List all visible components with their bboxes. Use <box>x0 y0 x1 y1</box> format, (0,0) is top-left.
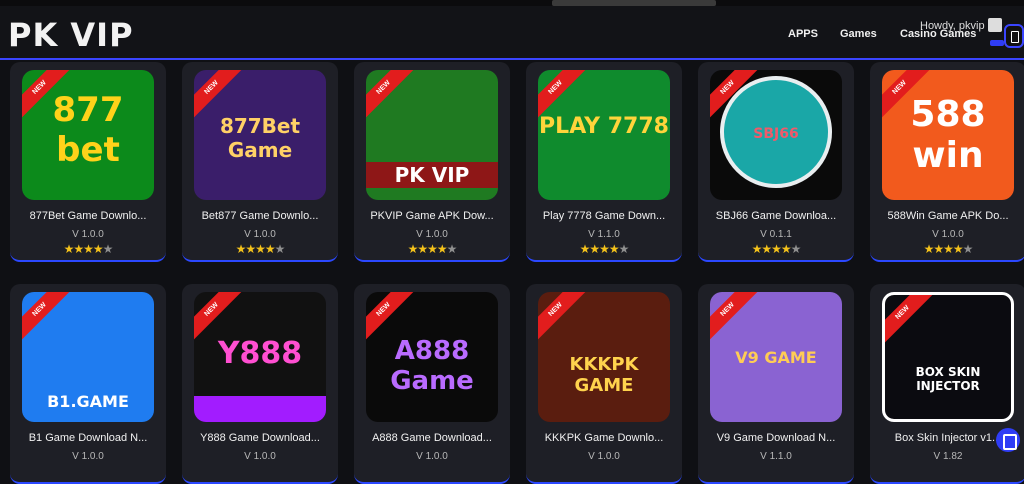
app-thumbnail[interactable]: NEW 877Bet Game <box>194 70 326 200</box>
rating-stars: ★★★★★ <box>751 242 802 256</box>
app-title[interactable]: PKVIP Game APK Dow... <box>354 210 510 222</box>
new-badge: NEW <box>366 70 418 122</box>
app-version: V 1.0.0 <box>72 229 104 240</box>
app-thumbnail[interactable]: NEW PLAY 7778 <box>538 70 670 200</box>
rating-stars: ★★★★★ <box>579 242 630 256</box>
mobile-menu-button[interactable] <box>1004 24 1024 48</box>
app-title[interactable]: SBJ66 Game Downloa... <box>698 210 854 222</box>
app-thumbnail[interactable]: NEW B1.GAME <box>22 292 154 422</box>
app-version: V 1.0.0 <box>416 229 448 240</box>
thumbnail-text: KKKPK GAME <box>569 354 639 396</box>
new-badge: NEW <box>710 292 762 344</box>
thumbnail-text: PK VIP <box>366 162 498 188</box>
app-thumbnail[interactable]: NEW 877 bet <box>22 70 154 200</box>
thumbnail-text: 877Bet Game <box>219 114 301 162</box>
app-version: V 1.0.0 <box>244 229 276 240</box>
user-avatar[interactable] <box>988 18 1002 32</box>
app-version: V 1.82 <box>933 451 963 462</box>
app-card[interactable]: NEW Y888 Y888 Game Download... V 1.0.0 <box>182 284 338 484</box>
thumbnail-text: V9 GAME <box>735 348 817 367</box>
thumbnail-text: 588 win <box>910 94 986 176</box>
app-version: V 1.1.0 <box>760 451 792 462</box>
app-version: V 1.0.0 <box>244 451 276 462</box>
thumbnail-banner <box>194 396 326 422</box>
app-card[interactable]: NEW PK VIP PKVIP Game APK Dow... V 1.0.0… <box>354 62 510 262</box>
app-version: V 1.0.0 <box>72 451 104 462</box>
new-badge: NEW <box>538 292 590 344</box>
rating-stars: ★★★★★ <box>235 242 286 256</box>
app-thumbnail[interactable]: NEW PK VIP <box>366 70 498 200</box>
app-thumbnail[interactable]: NEW KKKPK GAME <box>538 292 670 422</box>
new-badge: NEW <box>885 295 937 347</box>
app-card[interactable]: NEW V9 GAME V9 Game Download N... V 1.1.… <box>698 284 854 484</box>
app-version: V 1.0.0 <box>416 451 448 462</box>
app-card[interactable]: NEW 877Bet Game Bet877 Game Downlo... V … <box>182 62 338 262</box>
app-title[interactable]: V9 Game Download N... <box>698 432 854 444</box>
thumbnail-text: Y888 <box>217 336 303 371</box>
thumbnail-text: SBJ66 <box>753 126 799 142</box>
site-header: PK VIP APPS Games Casino Games Howdy, pk… <box>0 6 1024 60</box>
thumbnail-text: PLAY 7778 <box>539 114 669 139</box>
thumbnail-text: A888 Game <box>390 336 474 396</box>
app-title[interactable]: B1 Game Download N... <box>10 432 166 444</box>
app-card[interactable]: NEW 588 win 588Win Game APK Do... V 1.0.… <box>870 62 1024 262</box>
new-badge: NEW <box>22 292 74 344</box>
thumbnail-text: B1.GAME <box>47 392 129 411</box>
app-card[interactable]: NEW B1.GAME B1 Game Download N... V 1.0.… <box>10 284 166 484</box>
app-card[interactable]: NEW KKKPK GAME KKKPK Game Downlo... V 1.… <box>526 284 682 484</box>
rating-stars: ★★★★★ <box>407 242 458 256</box>
app-card[interactable]: NEW PLAY 7778 Play 7778 Game Down... V 1… <box>526 62 682 262</box>
thumbnail-text: 877 bet <box>52 90 124 170</box>
app-title[interactable]: Bet877 Game Downlo... <box>182 210 338 222</box>
app-card[interactable]: NEW 877 bet 877Bet Game Downlo... V 1.0.… <box>10 62 166 262</box>
app-title[interactable]: Play 7778 Game Down... <box>526 210 682 222</box>
app-thumbnail[interactable]: NEW A888 Game <box>366 292 498 422</box>
app-version: V 0.1.1 <box>760 229 792 240</box>
nav-games[interactable]: Games <box>840 28 877 40</box>
app-card[interactable]: NEW A888 Game A888 Game Download... V 1.… <box>354 284 510 484</box>
nav-apps[interactable]: APPS <box>788 28 818 40</box>
user-greeting[interactable]: Howdy, pkvip <box>920 20 985 32</box>
app-card[interactable]: NEW BOX SKIN INJECTOR Box Skin Injector … <box>870 284 1024 484</box>
app-title[interactable]: A888 Game Download... <box>354 432 510 444</box>
floating-action-button[interactable] <box>996 428 1020 452</box>
app-title[interactable]: 588Win Game APK Do... <box>870 210 1024 222</box>
rating-stars: ★★★★★ <box>63 242 114 256</box>
app-title[interactable]: KKKPK Game Downlo... <box>526 432 682 444</box>
app-thumbnail[interactable]: NEW SBJ66 <box>710 70 842 200</box>
app-title[interactable]: Y888 Game Download... <box>182 432 338 444</box>
app-thumbnail[interactable]: NEW BOX SKIN INJECTOR <box>882 292 1014 422</box>
app-version: V 1.0.0 <box>588 451 620 462</box>
app-card[interactable]: NEW SBJ66 SBJ66 Game Downloa... V 0.1.1 … <box>698 62 854 262</box>
app-thumbnail[interactable]: NEW Y888 <box>194 292 326 422</box>
app-thumbnail[interactable]: NEW V9 GAME <box>710 292 842 422</box>
menu-underline <box>990 40 1004 46</box>
app-version: V 1.1.0 <box>588 229 620 240</box>
app-title[interactable]: 877Bet Game Downlo... <box>10 210 166 222</box>
rating-stars: ★★★★★ <box>923 242 974 256</box>
site-logo[interactable]: PK VIP <box>8 16 134 54</box>
app-thumbnail[interactable]: NEW 588 win <box>882 70 1014 200</box>
app-version: V 1.0.0 <box>932 229 964 240</box>
thumbnail-text: BOX SKIN INJECTOR <box>915 365 981 393</box>
